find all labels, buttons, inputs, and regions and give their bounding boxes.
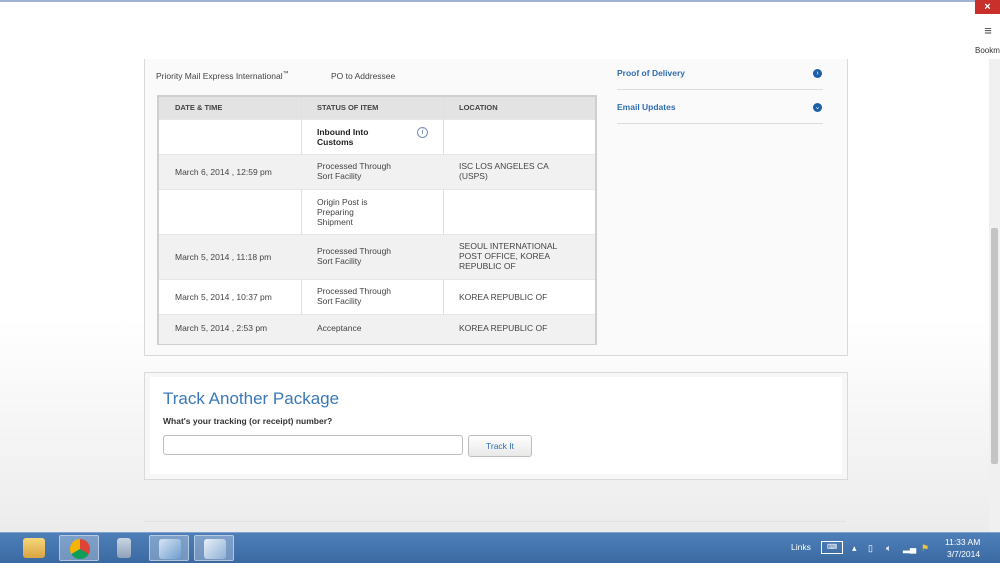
row-status: Sort Facility: [317, 171, 362, 181]
scrollbar-thumb[interactable]: [991, 228, 998, 464]
track-another-title: Track Another Package: [163, 389, 340, 408]
table-row: Inbound Into Customs i: [159, 119, 595, 155]
row-status: Sort Facility: [317, 256, 362, 266]
row-location: POST OFFICE, KOREA: [459, 251, 550, 261]
row-status: Processed Through: [317, 246, 392, 256]
row-date: March 5, 2014 , 11:18 pm: [175, 252, 272, 262]
notepad-icon: [204, 539, 226, 559]
row-date: March 5, 2014 , 2:53 pm: [175, 323, 268, 333]
row-date: March 5, 2014 , 10:37 pm: [175, 292, 272, 302]
file-explorer-button[interactable]: [14, 535, 54, 561]
table-row: March 5, 2014 , 2:53 pm Acceptance KOREA…: [159, 314, 595, 344]
page-content: Priority Mail Express International™ PO …: [0, 59, 989, 532]
chevron-right-circle-icon[interactable]: ›: [813, 69, 822, 78]
calculator-icon: [117, 538, 131, 558]
row-status: Sort Facility: [317, 296, 362, 306]
row-location: ISC LOS ANGELES CA: [459, 161, 549, 171]
row-date: March 6, 2014 , 12:59 pm: [175, 167, 272, 177]
email-updates-link[interactable]: Email Updates: [617, 102, 676, 112]
clock-date[interactable]: 3/7/2014: [947, 549, 980, 559]
network-signal-icon[interactable]: ▂▄: [903, 543, 916, 554]
divider: [144, 521, 846, 522]
table-row: Origin Post is Preparing Shipment: [159, 189, 595, 235]
file-explorer-icon: [23, 538, 45, 558]
notepad-button[interactable]: [194, 535, 234, 561]
table-row: March 5, 2014 , 11:18 pm Processed Throu…: [159, 234, 595, 280]
header-location: LOCATION: [459, 103, 498, 112]
show-hidden-icons-icon[interactable]: ▴: [852, 543, 857, 554]
row-location: KOREA REPUBLIC OF: [459, 292, 548, 302]
chevron-down-circle-icon[interactable]: ⌄: [813, 103, 822, 112]
tracking-history-table: DATE & TIME STATUS OF ITEM LOCATION Inbo…: [157, 95, 597, 345]
chrome-icon: [70, 539, 90, 559]
row-location: KOREA REPUBLIC OF: [459, 323, 548, 333]
row-location: SEOUL INTERNATIONAL: [459, 241, 558, 251]
table-row: March 5, 2014 , 10:37 pm Processed Throu…: [159, 279, 595, 315]
row-status: Customs: [317, 137, 354, 147]
table-row: March 6, 2014 , 12:59 pm Processed Throu…: [159, 154, 595, 190]
clock-time[interactable]: 11:33 AM: [945, 537, 980, 547]
row-status: Preparing: [317, 207, 354, 217]
bookmarks-button[interactable]: Bookmarks: [975, 46, 1000, 55]
row-location: REPUBLIC OF: [459, 261, 516, 271]
links-toolbar-label[interactable]: Links: [791, 542, 811, 552]
header-date-time: DATE & TIME: [175, 103, 223, 112]
tracking-number-input[interactable]: [163, 435, 463, 455]
row-status: Shipment: [317, 217, 353, 227]
row-status: Processed Through: [317, 161, 392, 171]
divider: [617, 123, 823, 124]
info-icon[interactable]: i: [417, 127, 428, 138]
action-center-icon[interactable]: ⚑: [921, 543, 929, 554]
delivery-option: PO to Addressee: [331, 71, 396, 81]
row-status: Origin Post is: [317, 197, 368, 207]
volume-icon[interactable]: 🔈︎: [886, 543, 891, 554]
divider: [617, 89, 823, 90]
network-tool-button[interactable]: [149, 535, 189, 561]
service-type: Priority Mail Express International™: [156, 71, 289, 81]
proof-of-delivery-link[interactable]: Proof of Delivery: [617, 68, 685, 78]
service-name: Priority Mail Express International: [156, 71, 283, 81]
row-location: (USPS): [459, 171, 488, 181]
trademark-mark: ™: [282, 71, 289, 78]
keyboard-icon[interactable]: ⌨: [821, 541, 843, 554]
table-header: DATE & TIME STATUS OF ITEM LOCATION: [159, 97, 595, 119]
close-window-button[interactable]: ×: [975, 0, 1000, 14]
row-status: Processed Through: [317, 286, 392, 296]
row-status: Acceptance: [317, 323, 362, 333]
track-it-button[interactable]: Track It: [468, 435, 532, 457]
row-status: Inbound Into: [317, 127, 369, 137]
browser-menu-icon[interactable]: ≡: [981, 23, 995, 38]
network-tool-icon: [159, 539, 181, 559]
calculator-button[interactable]: [104, 535, 144, 561]
taskbar: [0, 532, 1000, 563]
chrome-button[interactable]: [59, 535, 99, 561]
window-top-border: [0, 0, 975, 2]
device-icon[interactable]: ▯: [868, 543, 873, 554]
header-status: STATUS OF ITEM: [317, 103, 379, 112]
tracking-number-label: What's your tracking (or receipt) number…: [163, 416, 333, 426]
